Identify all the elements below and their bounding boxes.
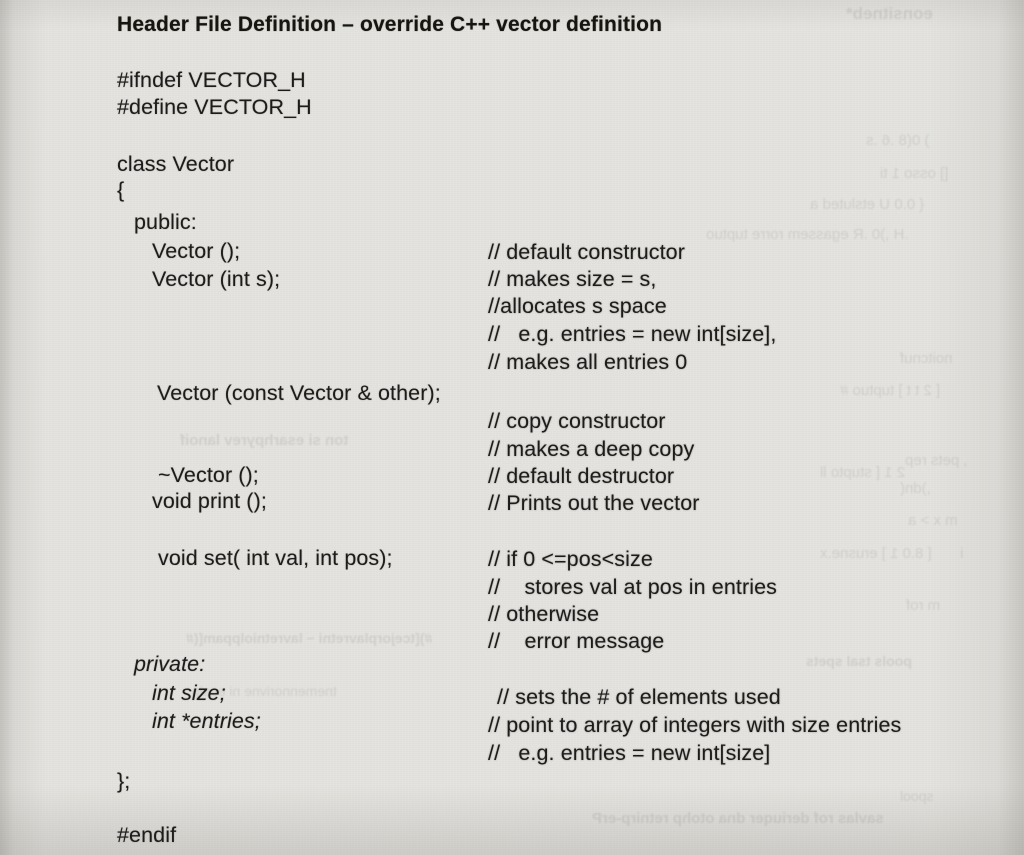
code-line-open-brace: { [117, 178, 125, 202]
comment-line-c-otherwise: // otherwise [488, 602, 600, 626]
comment-line-c-prints: // Prints out the vector [488, 491, 700, 515]
comment-line-c-default-dtor: // default destructor [488, 464, 675, 488]
comment-line-c-makes-size: // makes size = s, [488, 267, 657, 291]
code-line-public-label: public: [134, 210, 197, 234]
code-line-close-brace: }; [117, 769, 131, 793]
comment-line-c-all-zero: // makes all entries 0 [488, 350, 688, 374]
comment-line-c-eg-new-int2: // e.g. entries = new int[size] [488, 741, 771, 765]
code-line-ctor-sized: Vector (int s); [152, 267, 281, 291]
code-line-ifndef: #ifndef VECTOR_H [117, 68, 306, 92]
code-line-field-entries: int *entries; [152, 709, 261, 733]
comment-line-c-default-ctor: // default constructor [488, 240, 685, 264]
comment-line-c-stores-val: // stores val at pos in entries [488, 575, 777, 599]
code-line-ctor-default: Vector (); [152, 239, 241, 263]
code-line-endif: #endif [117, 823, 177, 847]
comment-line-c-error-message: // error message [488, 629, 665, 653]
comment-line-c-copy-ctor: // copy constructor [488, 409, 666, 433]
comment-line-c-point-to-array: // point to array of integers with size … [488, 713, 902, 737]
comment-line-c-eg-new-int: // e.g. entries = new int[size], [488, 322, 777, 346]
comment-line-c-if-range: // if 0 <=pos<size [488, 547, 653, 571]
comment-line-c-sets-count: // sets the # of elements used [497, 685, 781, 709]
code-line-set: void set( int val, int pos); [158, 546, 393, 570]
code-line-ctor-copy: Vector (const Vector & other); [157, 381, 441, 405]
code-line-dtor: ~Vector (); [158, 463, 259, 487]
code-line-print: void print (); [152, 489, 267, 513]
code-line-define: #define VECTOR_H [117, 95, 312, 119]
comment-line-c-deep-copy: // makes a deep copy [488, 437, 695, 461]
code-line-private-label: private: [134, 652, 206, 676]
document-title: Header File Definition – override C++ ve… [117, 13, 663, 36]
comment-line-c-allocates: //allocates s space [488, 294, 667, 318]
scanned-page: eonsitneb*) 0(8 .6 .s[] osso 1 ti{ 0.0 U… [0, 0, 1024, 855]
code-line-class-decl: class Vector [117, 152, 235, 176]
code-line-field-size: int size; [152, 681, 226, 705]
document-body: Header File Definition – override C++ ve… [0, 0, 1024, 855]
